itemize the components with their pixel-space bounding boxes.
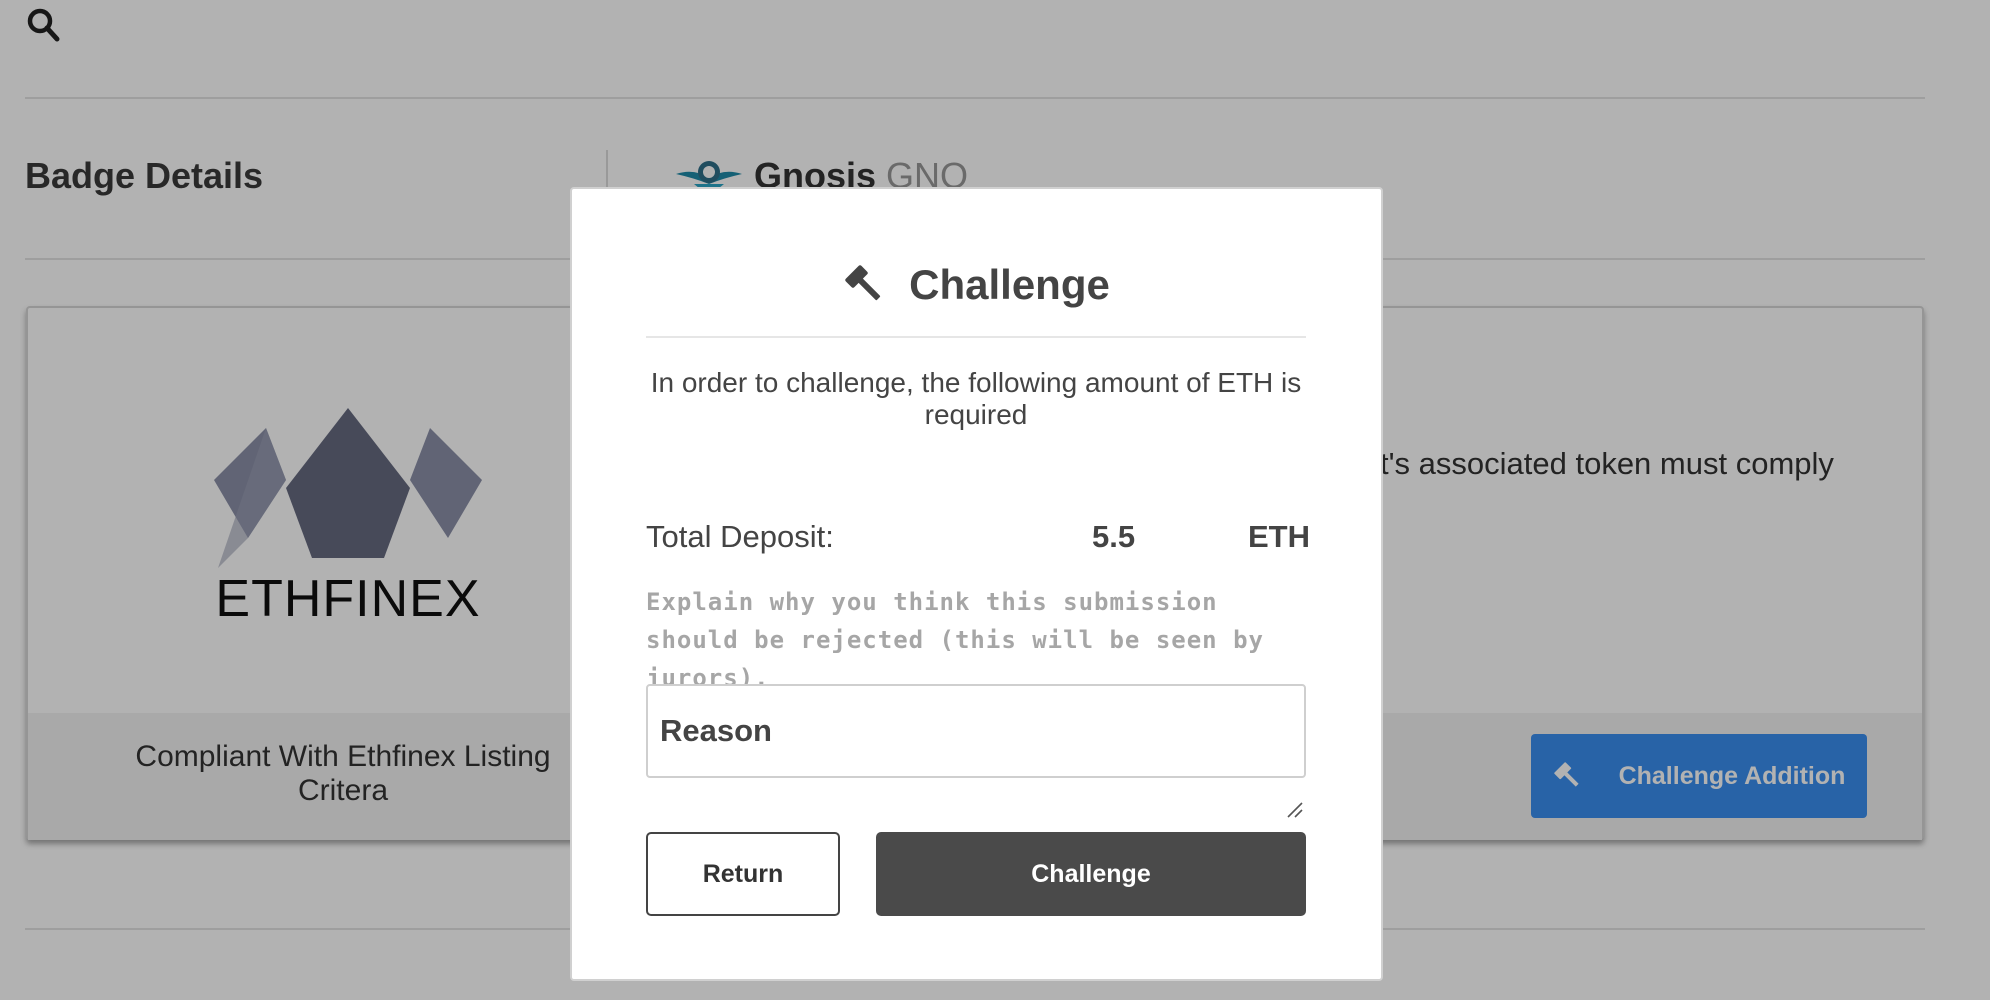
explain-text: Explain why you think this submission sh… [646,588,1264,692]
resize-handle-icon[interactable] [1286,801,1304,819]
modal-divider [646,336,1306,338]
modal-title: Challenge [909,261,1110,308]
challenge-modal: Challenge In order to challenge, the fol… [570,187,1383,981]
deposit-amount: 5.5 [1092,519,1136,554]
reason-input[interactable] [646,684,1306,778]
modal-header: Challenge [572,261,1381,309]
gavel-icon [845,265,881,301]
return-button[interactable]: Return [646,832,840,916]
deposit-unit: ETH [1248,519,1310,554]
challenge-button[interactable]: Challenge [876,832,1306,916]
modal-description: In order to challenge, the following amo… [650,367,1302,430]
deposit-label: Total Deposit: [646,519,834,554]
